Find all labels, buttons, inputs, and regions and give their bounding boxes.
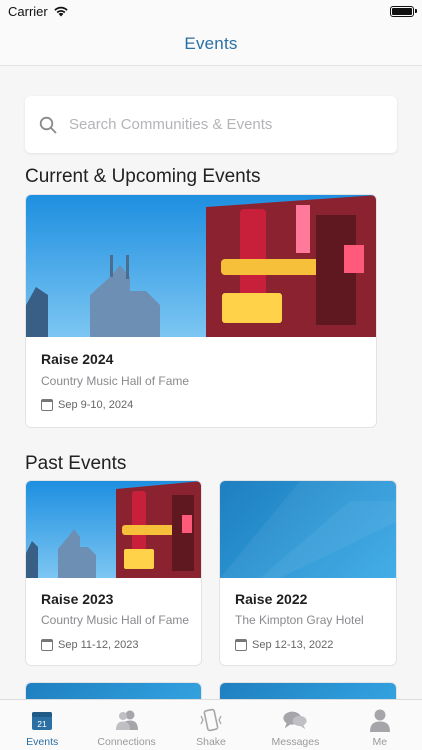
event-image — [26, 195, 376, 337]
search-input[interactable] — [69, 116, 369, 133]
calendar-icon — [235, 639, 247, 651]
section-title-current: Current & Upcoming Events — [25, 166, 261, 187]
calendar-icon — [41, 399, 53, 411]
navigation-bar: Events — [0, 22, 422, 66]
event-date-row: Sep 11-12, 2023 — [41, 639, 139, 651]
tab-connections[interactable]: Connections — [84, 700, 168, 750]
calendar-badge: 21 — [37, 719, 47, 729]
wifi-icon — [54, 6, 68, 17]
chat-bubbles-icon — [282, 708, 308, 732]
event-image — [26, 481, 201, 578]
search-bar[interactable] — [25, 96, 397, 153]
section-title-past: Past Events — [25, 453, 127, 474]
phone-shake-icon — [198, 708, 224, 732]
event-card-past[interactable]: Raise 2022 The Kimpton Gray Hotel Sep 12… — [219, 480, 397, 666]
event-date: Sep 12-13, 2022 — [252, 639, 334, 651]
people-icon — [114, 708, 140, 732]
event-title: Raise 2024 — [41, 351, 114, 367]
carrier-label: Carrier — [8, 3, 48, 19]
status-bar: Carrier — [0, 0, 422, 22]
calendar-icon: 21 — [29, 708, 55, 732]
event-image — [220, 481, 396, 578]
tab-messages[interactable]: Messages — [253, 700, 337, 750]
calendar-icon — [41, 639, 53, 651]
event-venue: Country Music Hall of Fame — [41, 374, 190, 388]
tab-label: Shake — [196, 736, 226, 748]
tab-me[interactable]: Me — [338, 700, 422, 750]
tab-label: Events — [26, 736, 59, 748]
tab-events[interactable]: 21 Events — [0, 700, 84, 750]
event-venue: Country Music Hall of Fame — [41, 613, 190, 627]
event-title: Raise 2022 — [235, 591, 308, 607]
battery-icon — [390, 6, 417, 17]
event-title: Raise 2023 — [41, 591, 114, 607]
tab-shake[interactable]: Shake — [169, 700, 253, 750]
event-date: Sep 9-10, 2024 — [58, 399, 134, 411]
event-card-current[interactable]: Raise 2024 Country Music Hall of Fame Se… — [25, 194, 377, 428]
event-date-row: Sep 9-10, 2024 — [41, 399, 133, 411]
tab-label: Connections — [97, 736, 156, 748]
event-date: Sep 11-12, 2023 — [58, 639, 139, 651]
tab-label: Me — [372, 736, 388, 748]
tab-label: Messages — [271, 736, 320, 748]
event-date-row: Sep 12-13, 2022 — [235, 639, 333, 651]
page-title: Events — [184, 33, 238, 53]
person-icon — [367, 708, 393, 732]
search-icon — [39, 116, 57, 133]
tab-bar: 21 Events Connections Shake Messages Me — [0, 699, 422, 750]
carrier-info: Carrier — [8, 4, 69, 19]
event-venue: The Kimpton Gray Hotel — [235, 613, 364, 627]
event-card-past[interactable]: Raise 2023 Country Music Hall of Fame Se… — [25, 480, 202, 666]
